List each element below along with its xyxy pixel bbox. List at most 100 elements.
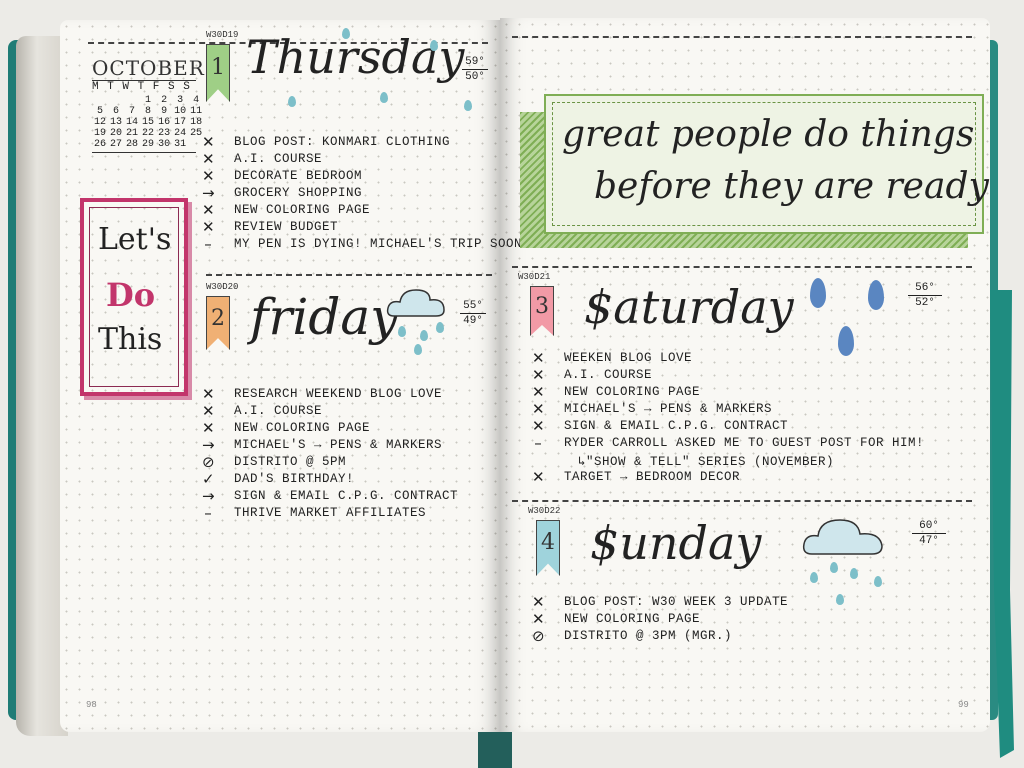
day-title: friday <box>250 288 399 346</box>
task-item: ✕ TARGET → BEDROOM DECOR <box>532 469 962 486</box>
temp-low: 52° <box>915 297 935 309</box>
temperature: 56° 52° <box>908 282 942 309</box>
calendar-day <box>108 95 124 106</box>
dash-bullet-icon: – <box>204 235 212 253</box>
task-text: RYDER CARROLL ASKED ME TO GUEST POST FOR… <box>564 436 925 450</box>
temp-low: 47° <box>919 535 939 547</box>
page-number: 99 <box>958 700 969 710</box>
check-bullet-icon: ✓ <box>202 470 215 488</box>
task-text: DECORATE BEDROOM <box>234 169 363 183</box>
calendar-day: 26 <box>94 139 107 150</box>
task-text: A.I. COURSE <box>234 404 323 418</box>
temp-high: 56° <box>915 282 935 294</box>
temperature: 55° 49° <box>460 300 486 327</box>
task-text: RESEARCH WEEKEND BLOG LOVE <box>234 387 443 401</box>
task-text: DISTRITO @ 3PM (MGR.) <box>564 629 733 643</box>
cloud-icon <box>386 289 445 317</box>
dash-bullet-icon: – <box>204 504 212 522</box>
x-bullet-icon: ✕ <box>532 366 545 384</box>
day-code: W30D19 <box>206 30 239 40</box>
x-bullet-icon: ✕ <box>202 218 215 236</box>
calendar-grid: 1 2 3 4 5 6 7 8 9 10 11 12 13 14 15 16 17 18 19 20 21 22 23 24 2… <box>92 95 204 150</box>
task-text: BLOG POST: KONMARI CLOTHING <box>234 135 451 149</box>
task-item: → GROCERY SHOPPING <box>202 185 502 202</box>
calendar-day: 22 <box>142 128 155 139</box>
raindrop-icon <box>436 322 444 333</box>
task-item: ✕ DECORATE BEDROOM <box>202 168 502 185</box>
calendar-day: 19 <box>94 128 107 139</box>
task-text: SIGN & EMAIL C.P.G. CONTRACT <box>564 419 789 433</box>
day-code: W30D21 <box>518 272 551 282</box>
task-text: NEW COLORING PAGE <box>234 421 371 435</box>
calendar-day: 16 <box>158 117 171 128</box>
raindrop-icon <box>464 100 472 111</box>
task-item: ⊘ DISTRITO @ 5PM <box>202 454 502 471</box>
task-item: ↳"SHOW & TELL" SERIES (NOVEMBER) <box>532 452 962 469</box>
x-bullet-icon: ✕ <box>532 468 545 486</box>
task-item: ✕ NEW COLORING PAGE <box>532 384 962 401</box>
task-item: ✕ REVIEW BUDGET <box>202 219 502 236</box>
task-item: ✕ MICHAEL'S → PENS & MARKERS <box>532 401 962 418</box>
task-list-thursday: ✕ BLOG POST: KONMARI CLOTHING ✕ A.I. COURSE… <box>202 134 530 253</box>
calendar-day: 17 <box>174 117 187 128</box>
task-text: A.I. COURSE <box>564 368 653 382</box>
x-bullet-icon: ✕ <box>202 201 215 219</box>
task-item: – RYDER CARROLL ASKED ME TO GUEST POST FO… <box>532 435 962 452</box>
divider <box>512 36 972 38</box>
arrow-bullet-icon: → <box>202 184 215 202</box>
calendar-day: 8 <box>145 106 152 117</box>
arrow-bullet-icon: → <box>202 436 215 454</box>
x-bullet-icon: ✕ <box>532 417 545 435</box>
calendar-day: 31 <box>174 139 187 150</box>
page-number: 98 <box>86 700 97 710</box>
calendar-day: 2 <box>161 95 168 106</box>
x-bullet-icon: ✕ <box>532 610 545 628</box>
temp-high: 55° <box>463 300 483 312</box>
temp-high: 59° <box>465 56 485 68</box>
arrow-bullet-icon: → <box>202 487 215 505</box>
task-item: ✕ A.I. COURSE <box>202 403 502 420</box>
task-item: ✕ BLOG POST: KONMARI CLOTHING <box>202 134 502 151</box>
task-item: ✓ DAD'S BIRTHDAY! <box>202 471 502 488</box>
x-bullet-icon: ✕ <box>202 385 215 403</box>
raindrop-icon <box>850 568 858 579</box>
calendar-day: 14 <box>126 117 139 128</box>
task-list-friday: ✕ RESEARCH WEEKEND BLOG LOVE ✕ A.I. COURSE ✕… <box>202 386 502 522</box>
task-item: ✕ NEW COLORING PAGE <box>202 202 502 219</box>
task-item: – THRIVE MARKET AFFILIATES <box>202 505 502 522</box>
task-text: GROCERY SHOPPING <box>234 186 363 200</box>
day-title: Thursday <box>246 30 465 84</box>
temperature: 59° 50° <box>462 56 488 83</box>
raindrop-icon <box>380 92 388 103</box>
x-bullet-icon: ✕ <box>532 400 545 418</box>
calendar-day: 15 <box>142 117 155 128</box>
task-list-sunday: ✕ BLOG POST: W30 WEEK 3 UPDATE ✕ NEW COLORI… <box>532 594 962 645</box>
calendar-day: 9 <box>161 106 168 117</box>
raindrop-icon <box>868 280 884 310</box>
motto-line-2: Do <box>106 276 156 314</box>
task-item: ✕ WEEKEN BLOG LOVE <box>532 350 962 367</box>
blank-bullet <box>532 453 544 467</box>
calendar-day <box>92 95 108 106</box>
task-item: ✕ A.I. COURSE <box>202 151 502 168</box>
calendar-day: 29 <box>142 139 155 150</box>
raindrop-icon <box>398 326 406 337</box>
divider <box>206 274 492 276</box>
calendar-day: 20 <box>110 128 123 139</box>
task-text: BLOG POST: W30 WEEK 3 UPDATE <box>564 595 789 609</box>
motto-frame: Let's Do This <box>80 198 188 396</box>
task-item: – MY PEN IS DYING! MICHAEL'S TRIP SOON! <box>202 235 529 253</box>
x-bullet-icon: ✕ <box>202 419 215 437</box>
calendar-weekdays: M T W T F S S <box>92 81 191 93</box>
task-item: ✕ BLOG POST: W30 WEEK 3 UPDATE <box>532 594 962 611</box>
task-text: ↳"SHOW & TELL" SERIES (NOVEMBER) <box>578 455 835 469</box>
quote-box: great people do things before they are r… <box>544 94 989 234</box>
raindrop-icon <box>430 40 438 51</box>
x-bullet-icon: ✕ <box>532 349 545 367</box>
task-text: MICHAEL'S → PENS & MARKERS <box>234 438 443 452</box>
task-text: A.I. COURSE <box>234 152 323 166</box>
calendar-day: 23 <box>158 128 171 139</box>
raindrop-icon <box>342 28 350 39</box>
divider <box>512 266 972 268</box>
task-item: ✕ RESEARCH WEEKEND BLOG LOVE <box>202 386 502 403</box>
